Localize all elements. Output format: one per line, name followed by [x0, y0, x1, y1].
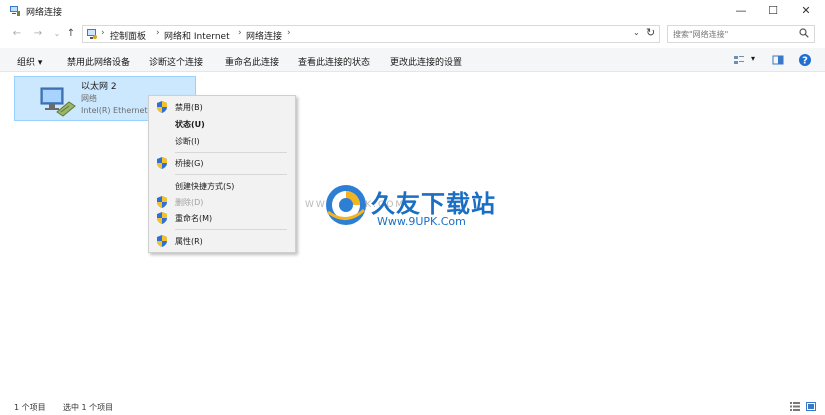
- item-count: 1 个项目: [14, 403, 46, 412]
- help-icon[interactable]: ?: [798, 53, 812, 67]
- menu-item-label: 删除(D): [175, 198, 204, 207]
- address-bar[interactable]: › 控制面板 › 网络和 Internet › 网络连接 ›: [82, 25, 660, 43]
- menu-separator: [175, 174, 287, 175]
- connection-adapter: Intel(R) Ethernet: [81, 106, 148, 115]
- view-options-dropdown-icon[interactable]: ▾: [751, 54, 755, 63]
- menu-item-create-shortcut[interactable]: 创建快捷方式(S): [149, 178, 295, 194]
- menu-item-delete: 删除(D): [149, 194, 295, 210]
- watermark-logo-icon: [326, 185, 366, 225]
- menu-item-label: 创建快捷方式(S): [175, 182, 235, 191]
- recent-locations-icon[interactable]: ⌄: [51, 28, 63, 40]
- breadcrumb-separator: ›: [101, 28, 105, 38]
- disable-device-button[interactable]: 禁用此网络设备: [67, 55, 130, 68]
- status-bar: 1 个项目 选中 1 个项目: [0, 398, 825, 415]
- ethernet-adapter-icon: [40, 87, 76, 117]
- command-bar: 组织 ▾ 禁用此网络设备 诊断这个连接 重命名此连接 查看此连接的状态 更改此连…: [0, 48, 825, 72]
- control-panel-icon: [87, 29, 97, 39]
- menu-item-label: 状态(U): [175, 120, 205, 129]
- menu-item-diagnose[interactable]: 诊断(I): [149, 133, 295, 149]
- menu-separator: [175, 229, 287, 230]
- breadcrumb-control-panel[interactable]: 控制面板: [110, 29, 146, 42]
- uac-shield-icon: [157, 101, 167, 113]
- menu-item-label: 诊断(I): [175, 137, 200, 146]
- refresh-icon[interactable]: ↻: [646, 26, 655, 39]
- menu-item-label: 桥接(G): [175, 159, 204, 168]
- context-menu: 禁用(B) 状态(U) 诊断(I) 桥接(G) 创建快捷方式(S) 删除(D) …: [148, 95, 296, 253]
- title-bar: 网络连接 — ☐ ✕: [0, 0, 825, 22]
- maximize-button[interactable]: ☐: [756, 0, 790, 22]
- menu-item-status[interactable]: 状态(U): [149, 116, 295, 132]
- search-box[interactable]: [667, 25, 815, 43]
- uac-shield-icon: [157, 212, 167, 224]
- forward-arrow-icon[interactable]: →: [32, 28, 44, 40]
- network-connections-icon: [10, 6, 20, 16]
- breadcrumb-network-connections[interactable]: 网络连接: [246, 29, 282, 42]
- menu-item-rename[interactable]: 重命名(M): [149, 210, 295, 226]
- address-dropdown-icon[interactable]: ⌄: [633, 28, 640, 37]
- uac-shield-icon: [157, 196, 167, 208]
- breadcrumb-separator: ›: [156, 28, 160, 38]
- up-arrow-icon[interactable]: ↑: [65, 28, 77, 40]
- watermark-url: Www.9UPK.Com: [377, 215, 466, 228]
- close-button[interactable]: ✕: [789, 0, 823, 22]
- minimize-button[interactable]: —: [724, 0, 758, 22]
- view-status-button[interactable]: 查看此连接的状态: [298, 55, 370, 68]
- menu-separator: [175, 152, 287, 153]
- change-settings-button[interactable]: 更改此连接的设置: [390, 55, 462, 68]
- menu-item-disable[interactable]: 禁用(B): [149, 99, 295, 115]
- uac-shield-icon: [157, 157, 167, 169]
- change-view-icon[interactable]: [733, 53, 745, 67]
- diagnose-connection-button[interactable]: 诊断这个连接: [149, 55, 203, 68]
- menu-item-bridge[interactable]: 桥接(G): [149, 155, 295, 171]
- site-watermark: WWW.9UPK.COM 久友下载站 Www.9UPK.Com: [305, 180, 515, 240]
- details-view-icon[interactable]: [790, 402, 800, 411]
- menu-item-label: 重命名(M): [175, 214, 213, 223]
- search-input[interactable]: [673, 28, 793, 40]
- uac-shield-icon: [157, 235, 167, 247]
- breadcrumb-separator: ›: [238, 28, 242, 38]
- connection-status: 网络: [81, 94, 97, 103]
- search-icon[interactable]: [799, 28, 809, 38]
- menu-item-properties[interactable]: 属性(R): [149, 233, 295, 249]
- breadcrumb-network-internet[interactable]: 网络和 Internet: [164, 29, 230, 42]
- rename-connection-button[interactable]: 重命名此连接: [225, 55, 279, 68]
- menu-item-label: 属性(R): [175, 237, 203, 246]
- back-arrow-icon[interactable]: ←: [11, 28, 23, 40]
- large-icons-view-icon[interactable]: [806, 402, 816, 411]
- svg-text:?: ?: [802, 56, 808, 67]
- window-title: 网络连接: [26, 8, 63, 18]
- selected-count: 选中 1 个项目: [63, 403, 114, 412]
- preview-pane-icon[interactable]: [772, 53, 784, 67]
- file-list-area[interactable]: 以太网 2 网络 Intel(R) Ethernet WWW.9UPK.COM …: [0, 73, 825, 398]
- menu-item-label: 禁用(B): [175, 103, 203, 112]
- organize-button[interactable]: 组织 ▾: [17, 55, 42, 68]
- breadcrumb-separator: ›: [287, 28, 291, 38]
- watermark-title: 久友下载站: [371, 190, 496, 218]
- connection-name: 以太网 2: [81, 82, 117, 92]
